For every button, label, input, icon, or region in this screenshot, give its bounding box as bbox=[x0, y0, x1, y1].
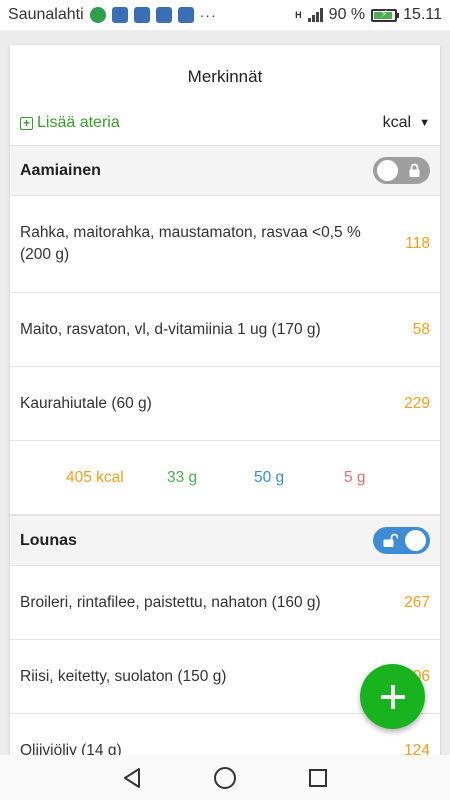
back-triangle-icon bbox=[123, 767, 140, 788]
back-button[interactable] bbox=[117, 763, 147, 793]
home-button[interactable] bbox=[210, 763, 240, 793]
meal-totals: 405 kcal 33 g 50 g 5 g bbox=[10, 441, 440, 515]
meal-name: Lounas bbox=[20, 531, 77, 549]
meal-header-breakfast[interactable]: Aamiainen bbox=[10, 145, 440, 196]
caret-down-icon: ▼ bbox=[419, 117, 430, 129]
page-title: Merkinnät bbox=[187, 67, 263, 86]
plus-icon bbox=[380, 684, 405, 709]
unit-select[interactable]: kcal ▼ bbox=[383, 114, 430, 132]
usb-notification-icon bbox=[155, 7, 172, 23]
app-notification-icon bbox=[89, 7, 106, 23]
lock-open-icon bbox=[383, 533, 398, 547]
food-kcal: 267 bbox=[404, 593, 430, 611]
food-name: Rahka, maitorahka, maustamaton, rasvaa <… bbox=[20, 224, 361, 263]
total-protein: 33 g bbox=[167, 468, 198, 486]
clock: 15.11 bbox=[403, 6, 442, 23]
diary-card: Merkinnät + Lisää ateria kcal ▼ Aamiaine… bbox=[10, 45, 440, 760]
edit-notification-icon bbox=[177, 7, 194, 23]
total-kcal: 405 kcal bbox=[66, 468, 124, 486]
network-type: H bbox=[295, 10, 302, 20]
meal-name: Aamiainen bbox=[20, 161, 101, 179]
food-name: Riisi, keitetty, suolaton (150 g) bbox=[20, 667, 227, 685]
total-fat: 5 g bbox=[344, 468, 366, 486]
meal-lock-toggle[interactable] bbox=[373, 527, 430, 554]
food-row[interactable]: Broileri, rintafilee, paistettu, nahaton… bbox=[10, 566, 440, 640]
email-notification-icon bbox=[133, 7, 150, 23]
meal-header-lunch[interactable]: Lounas bbox=[10, 515, 440, 566]
food-name: Maito, rasvaton, vl, d-vitamiinia 1 ug (… bbox=[20, 320, 321, 338]
add-entry-fab[interactable] bbox=[360, 664, 425, 729]
food-row[interactable]: Kaurahiutale (60 g) 229 bbox=[10, 367, 440, 441]
recents-button[interactable] bbox=[303, 763, 333, 793]
unit-value: kcal bbox=[382, 114, 412, 131]
carrier-name: Saunalahti bbox=[8, 6, 84, 23]
lock-closed-icon bbox=[409, 163, 420, 177]
signal-icon bbox=[307, 8, 323, 22]
recents-square-icon bbox=[309, 768, 328, 787]
battery-percent: 90 % bbox=[328, 6, 366, 23]
food-kcal: 229 bbox=[404, 394, 430, 412]
health-notification-icon bbox=[111, 7, 128, 23]
more-notifications-icon: ··· bbox=[199, 7, 217, 23]
food-name: Broileri, rintafilee, paistettu, nahaton… bbox=[20, 593, 321, 611]
total-carbs: 50 g bbox=[254, 468, 285, 486]
add-meal-label: Lisää ateria bbox=[37, 114, 120, 131]
food-kcal: 118 bbox=[405, 235, 430, 252]
toggle-knob bbox=[405, 530, 426, 551]
home-circle-icon bbox=[213, 766, 236, 789]
status-bar: Saunalahti ··· H 90 % ⚡ 15.11 bbox=[0, 0, 450, 30]
food-kcal: 58 bbox=[412, 320, 430, 338]
food-name: Kaurahiutale (60 g) bbox=[20, 394, 152, 412]
food-row[interactable]: Rahka, maitorahka, maustamaton, rasvaa <… bbox=[10, 196, 440, 293]
diary-toolbar: + Lisää ateria kcal ▼ bbox=[10, 101, 440, 145]
toggle-knob bbox=[377, 160, 398, 181]
plus-square-icon: + bbox=[20, 116, 33, 130]
meal-lock-toggle[interactable] bbox=[373, 157, 430, 184]
battery-icon: ⚡ bbox=[371, 8, 400, 22]
food-row[interactable]: Maito, rasvaton, vl, d-vitamiinia 1 ug (… bbox=[10, 293, 440, 367]
system-nav-bar bbox=[0, 755, 450, 800]
add-meal-button[interactable]: + Lisää ateria bbox=[20, 114, 120, 132]
